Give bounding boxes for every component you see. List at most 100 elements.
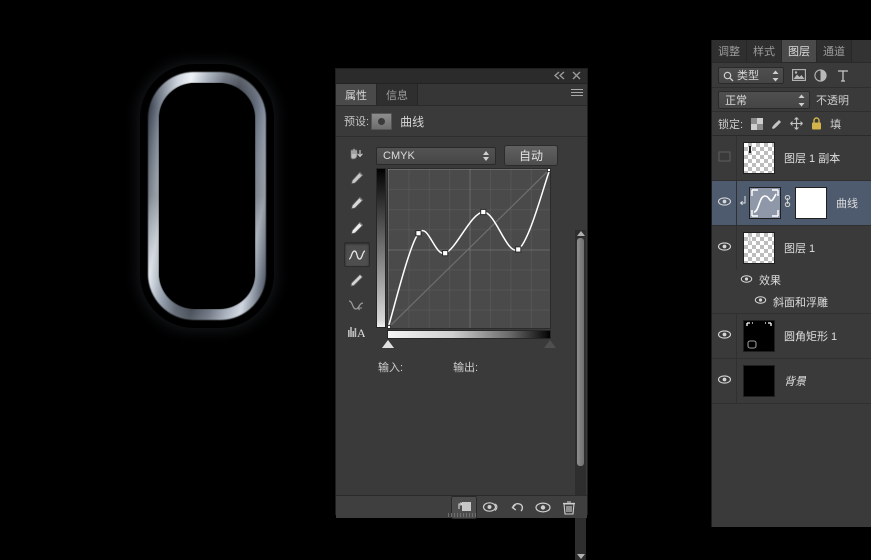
- layer-effects-group[interactable]: 效果: [712, 270, 871, 290]
- tab-properties[interactable]: 属性: [336, 84, 377, 105]
- preset-row: 预设: 曲线: [336, 106, 587, 137]
- eyedropper-white-point-icon[interactable]: [344, 217, 368, 240]
- pencil-draw-curve-icon[interactable]: [344, 269, 368, 292]
- layer-thumbnail[interactable]: [743, 142, 775, 174]
- curve-point-edit-icon[interactable]: [344, 242, 370, 267]
- eyedropper-black-point-icon[interactable]: [344, 167, 368, 190]
- tab-channels-label: 通道: [823, 46, 845, 58]
- filter-pixel-layers-icon[interactable]: [791, 68, 806, 83]
- curve-control-point[interactable]: [480, 208, 487, 216]
- chevron-updown-icon: [483, 150, 490, 163]
- tab-adjustments-label: 调整: [718, 46, 740, 58]
- layer-thumbnail[interactable]: [749, 187, 781, 219]
- curve-control-point[interactable]: [442, 250, 449, 257]
- input-output-row: 输入: 输出:: [378, 359, 478, 375]
- panel-menu-icon[interactable]: [569, 89, 583, 100]
- layer-row[interactable]: 曲线: [712, 181, 871, 226]
- eye-visible-icon[interactable]: [754, 295, 767, 308]
- tab-layers-label: 图层: [788, 46, 810, 58]
- tab-info[interactable]: 信息: [377, 84, 418, 105]
- output-gradient-strip: [376, 168, 386, 328]
- layer-visibility-toggle[interactable]: [712, 181, 737, 225]
- close-icon[interactable]: [570, 71, 582, 82]
- adjustment-title: 曲线: [400, 114, 425, 129]
- black-point-slider[interactable]: [382, 340, 394, 348]
- rounded-rectangle-artwork[interactable]: [148, 72, 266, 320]
- smooth-curve-icon[interactable]: [344, 294, 368, 317]
- lock-row: 锁定: 填: [712, 112, 871, 136]
- channel-select[interactable]: CMYK: [376, 146, 496, 165]
- filter-kind-select[interactable]: 类型: [718, 66, 784, 85]
- properties-tab-bar: 属性 信息: [336, 84, 587, 106]
- preset-label: 预设:: [344, 116, 370, 128]
- layer-visibility-toggle[interactable]: [712, 226, 737, 270]
- layer-name: 图层 1: [784, 243, 816, 255]
- eye-visible-icon[interactable]: [740, 274, 753, 287]
- scroll-up-arrow-icon[interactable]: [577, 231, 585, 236]
- layer-mask-thumbnail[interactable]: [795, 187, 827, 219]
- layer-effect-item[interactable]: 斜面和浮雕: [712, 290, 871, 314]
- mask-link-icon[interactable]: [783, 194, 793, 212]
- white-point-slider[interactable]: [544, 340, 556, 348]
- tab-styles[interactable]: 样式: [747, 40, 782, 62]
- effect-item-label: 斜面和浮雕: [773, 296, 828, 309]
- layer-visibility-toggle[interactable]: [712, 359, 737, 403]
- tab-adjustments[interactable]: 调整: [712, 40, 747, 62]
- layer-row[interactable]: 背景: [712, 359, 871, 404]
- blend-mode-select[interactable]: 正常: [718, 90, 810, 109]
- scroll-down-arrow-icon[interactable]: [577, 554, 585, 559]
- layers-tab-bar: 调整 样式 图层 通道: [712, 40, 871, 63]
- layer-row[interactable]: 圆角矩形 1: [712, 314, 871, 359]
- output-label: 输出:: [453, 362, 479, 374]
- collapse-icon[interactable]: [553, 71, 565, 82]
- lock-image-pixels-icon[interactable]: [770, 117, 783, 130]
- filter-kind-value: 类型: [737, 70, 759, 82]
- toggle-visibility-icon[interactable]: [531, 497, 555, 518]
- curves-tool-strip: A: [344, 142, 370, 344]
- curve-control-point[interactable]: [388, 324, 392, 328]
- lock-transparent-pixels-icon[interactable]: [750, 117, 763, 130]
- layer-thumbnail[interactable]: [743, 232, 775, 264]
- auto-button-label: 自动: [518, 149, 543, 163]
- search-icon: [723, 71, 734, 85]
- layer-name: 背景: [784, 376, 806, 388]
- curve-control-point[interactable]: [415, 230, 422, 237]
- layer-thumbnail[interactable]: [743, 365, 775, 397]
- blend-mode-value: 正常: [725, 94, 747, 107]
- layer-row[interactable]: 图层 1 副本: [712, 136, 871, 181]
- curve-control-point[interactable]: [546, 169, 550, 173]
- auto-button[interactable]: 自动: [504, 145, 558, 166]
- tab-channels[interactable]: 通道: [817, 40, 852, 62]
- filter-type-layers-icon[interactable]: [835, 68, 850, 83]
- curves-adjustment-body: A CMYK 自动 输入: 输出:: [336, 137, 587, 560]
- view-previous-state-icon[interactable]: [479, 497, 503, 518]
- layer-visibility-toggle[interactable]: [712, 136, 737, 180]
- clipping-mask-arrow-icon: [739, 194, 748, 212]
- properties-footer: [336, 495, 587, 519]
- on-image-adjust-icon[interactable]: [344, 142, 368, 165]
- input-gradient-strip: [387, 330, 551, 339]
- tab-layers[interactable]: 图层: [782, 40, 817, 62]
- scrollbar-thumb[interactable]: [577, 238, 584, 466]
- histogram-warning-icon[interactable]: A: [344, 319, 368, 342]
- delete-adjustment-icon[interactable]: [557, 497, 581, 518]
- layer-filter-row: 类型: [712, 63, 871, 88]
- lock-position-icon[interactable]: [790, 117, 803, 130]
- panel-resize-grip[interactable]: [447, 513, 476, 517]
- curve-graph[interactable]: [376, 168, 556, 348]
- layer-thumbnail[interactable]: [743, 320, 775, 352]
- properties-panel: 属性 信息 预设: 曲线 A CMYK 自动 输入: 输出:: [335, 68, 588, 560]
- eyedropper-gray-point-icon[interactable]: [344, 192, 368, 215]
- lock-all-icon[interactable]: [810, 117, 823, 130]
- layer-row[interactable]: 图层 1: [712, 226, 871, 270]
- filter-adjustment-layers-icon[interactable]: [813, 68, 828, 83]
- layer-name: 图层 1 副本: [784, 153, 841, 165]
- eye-hidden-icon: [718, 149, 731, 167]
- curve-plot-area[interactable]: [387, 168, 551, 329]
- curve-control-point[interactable]: [515, 246, 522, 253]
- reset-adjustment-icon[interactable]: [505, 497, 529, 518]
- layer-visibility-toggle[interactable]: [712, 314, 737, 358]
- eye-visible-icon: [717, 194, 732, 212]
- app-root: 属性 信息 预设: 曲线 A CMYK 自动 输入: 输出: 调整 样式 图层 …: [0, 0, 871, 560]
- eye-visible-icon: [717, 327, 732, 345]
